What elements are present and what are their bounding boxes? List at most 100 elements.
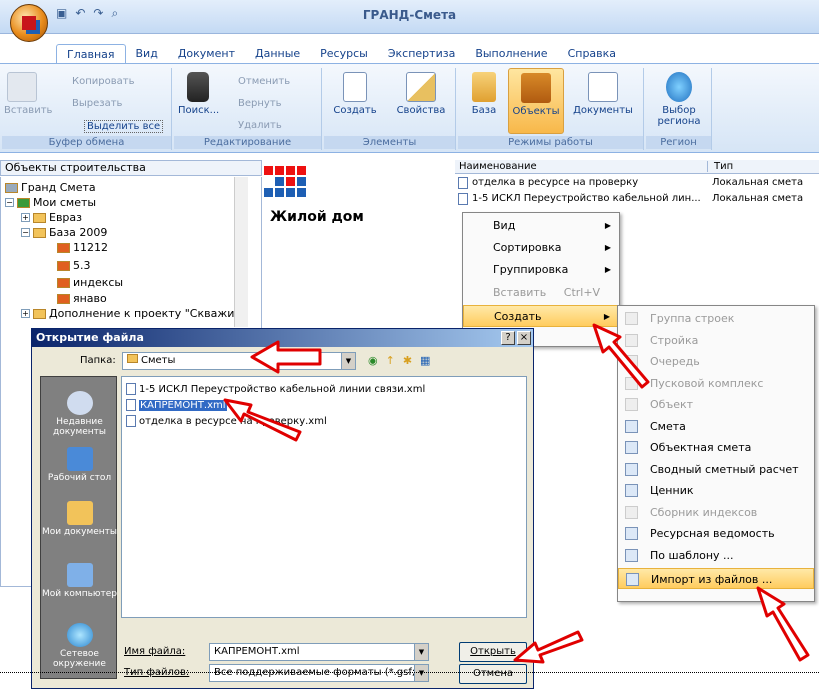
expand-icon[interactable]: + (21, 309, 30, 318)
submenu-item-resource-sheet[interactable]: Ресурсная ведомость (618, 523, 814, 544)
file-item[interactable]: 1-5 ИСКЛ Переустройство кабельной линии … (126, 383, 425, 395)
expand-icon[interactable]: + (21, 213, 30, 222)
place-desktop[interactable]: Рабочий стол (41, 447, 118, 483)
select-region-button[interactable]: Выбор региона (650, 72, 708, 127)
tree-item-addition[interactable]: + Дополнение к проекту "Скважин (21, 307, 242, 320)
tree-item-my-estimates[interactable]: − Мои сметы (5, 196, 96, 209)
undo-button[interactable]: Отменить (238, 76, 290, 87)
create-button[interactable]: Создать (330, 72, 380, 116)
tree-item-evraz[interactable]: + Евраз (21, 211, 82, 224)
delete-button[interactable]: Удалить (238, 120, 282, 131)
submenu-item-index-collection[interactable]: Сборник индексов (618, 502, 814, 523)
open-button[interactable]: Открыть (459, 642, 527, 662)
complex-icon (625, 377, 638, 390)
menu-item-paste[interactable]: Вставить Ctrl+V (463, 282, 619, 304)
properties-icon (406, 72, 436, 102)
list-item[interactable]: 1-5 ИСКЛ Переустройство кабельной лин...… (458, 193, 803, 205)
place-my-documents[interactable]: Мои документы (41, 501, 118, 537)
object-title: Жилой дом (270, 209, 364, 225)
file-item[interactable]: отделка в ресурсе на проверку.xml (126, 415, 327, 427)
chevron-down-icon[interactable]: ▼ (414, 644, 428, 660)
search-button[interactable]: Поиск... (178, 72, 219, 116)
filetype-select[interactable]: Все поддерживаемые форматы (*.gsf;*.xml;… (209, 664, 429, 682)
menu-item-create[interactable]: Создать ▶ (463, 305, 619, 327)
copy-button[interactable]: Копировать (72, 76, 134, 87)
menu-item-group[interactable]: Группировка ▶ (463, 259, 619, 281)
tree-item-yanavo[interactable]: янаво (57, 292, 107, 305)
tree-scrollbar[interactable] (234, 177, 248, 327)
base-mode-button[interactable]: База (464, 72, 504, 116)
close-button[interactable]: × (517, 331, 531, 345)
column-name[interactable]: Наименование (459, 161, 537, 172)
submenu-arrow-icon: ▶ (604, 265, 611, 274)
back-icon[interactable]: ◉ (368, 354, 378, 367)
view-menu-icon[interactable]: ▦ (420, 354, 430, 367)
properties-button[interactable]: Свойства (394, 72, 448, 116)
up-folder-icon[interactable]: ↑ (386, 354, 395, 367)
price-list-icon (625, 484, 638, 497)
region-group-label: Регион (646, 136, 711, 149)
redo-button[interactable]: Вернуть (238, 98, 282, 109)
file-item-selected[interactable]: КАПРЕМОНТ.xml (126, 399, 227, 411)
tab-document[interactable]: Документ (168, 44, 245, 64)
submenu-item-startup-complex[interactable]: Пусковой комплекс (618, 373, 814, 394)
place-my-computer[interactable]: Мой компьютер (41, 563, 118, 599)
place-network[interactable]: Сетевое окружение (41, 623, 118, 669)
folder-icon (33, 308, 46, 319)
cut-button[interactable]: Вырезать (72, 98, 122, 109)
tab-data[interactable]: Данные (245, 44, 310, 64)
submenu-item-object-estimate[interactable]: Объектная смета (618, 437, 814, 458)
objects-mode-button[interactable]: Объекты (508, 68, 564, 134)
dotted-divider (0, 672, 819, 673)
chevron-down-icon[interactable]: ▼ (341, 353, 355, 369)
site-icon (625, 334, 638, 347)
folder-select[interactable]: Сметы ▼ (122, 352, 356, 370)
tab-help[interactable]: Справка (558, 44, 626, 64)
submenu-item-price-list[interactable]: Ценник (618, 480, 814, 501)
globe-icon (666, 72, 692, 102)
chevron-down-icon[interactable]: ▼ (414, 665, 428, 681)
document-icon (458, 193, 468, 205)
tree-item-indexes[interactable]: индексы (57, 276, 123, 289)
submenu-arrow-icon: ▶ (604, 243, 611, 252)
submenu-item-group-of-sites[interactable]: Группа строек (618, 308, 814, 329)
filename-input[interactable]: КАПРЕМОНТ.xml ▼ (209, 643, 429, 661)
tree-item-grand-smeta[interactable]: Гранд Смета (5, 181, 96, 194)
tree-item-5-3[interactable]: 5.3 (57, 259, 91, 272)
import-icon (626, 573, 639, 586)
menu-item-sort[interactable]: Сортировка ▶ (463, 237, 619, 259)
group-icon (625, 312, 638, 325)
tree-item-11212[interactable]: 11212 (57, 241, 108, 254)
submenu-item-summary-calc[interactable]: Сводный сметный расчет (618, 459, 814, 480)
xml-file-icon (126, 415, 136, 427)
list-item[interactable]: отделка в ресурсе на проверку Локальная с… (458, 177, 803, 189)
collapse-icon[interactable]: − (21, 228, 30, 237)
tab-view[interactable]: Вид (126, 44, 168, 64)
select-all-button[interactable]: Выделить все (84, 120, 164, 133)
menu-item-view[interactable]: Вид ▶ (463, 215, 619, 237)
help-button[interactable]: ? (501, 331, 515, 345)
new-folder-icon[interactable]: ✱ (403, 354, 412, 367)
tree-item-base-2009[interactable]: − База 2009 (21, 226, 107, 239)
place-recent[interactable]: Недавние документы (41, 391, 118, 437)
submenu-item-object[interactable]: Объект (618, 394, 814, 415)
submenu-item-import-files[interactable]: Импорт из файлов ... (618, 568, 814, 589)
collapse-icon[interactable]: − (5, 198, 14, 207)
region-group: Выбор региона Регион (646, 68, 712, 150)
ribbon-tabs: Главная Вид Документ Данные Ресурсы Эксп… (56, 44, 626, 64)
submenu-item-queue[interactable]: Очередь (618, 351, 814, 372)
tab-home[interactable]: Главная (56, 44, 126, 64)
column-type[interactable]: Тип (707, 161, 767, 172)
submenu-item-site[interactable]: Стройка (618, 330, 814, 351)
tab-resources[interactable]: Ресурсы (310, 44, 378, 64)
cancel-button[interactable]: Отмена (459, 664, 527, 684)
documents-icon (588, 72, 618, 102)
app-menu-button[interactable] (10, 4, 48, 42)
tab-expertise[interactable]: Экспертиза (378, 44, 465, 64)
submenu-item-estimate[interactable]: Смета (618, 416, 814, 437)
paste-button[interactable]: Вставить (4, 72, 52, 116)
tab-execution[interactable]: Выполнение (465, 44, 557, 64)
documents-mode-button[interactable]: Документы (570, 72, 636, 116)
submenu-item-by-template[interactable]: По шаблону ... (618, 545, 814, 566)
submenu-arrow-icon: ▶ (603, 312, 610, 321)
